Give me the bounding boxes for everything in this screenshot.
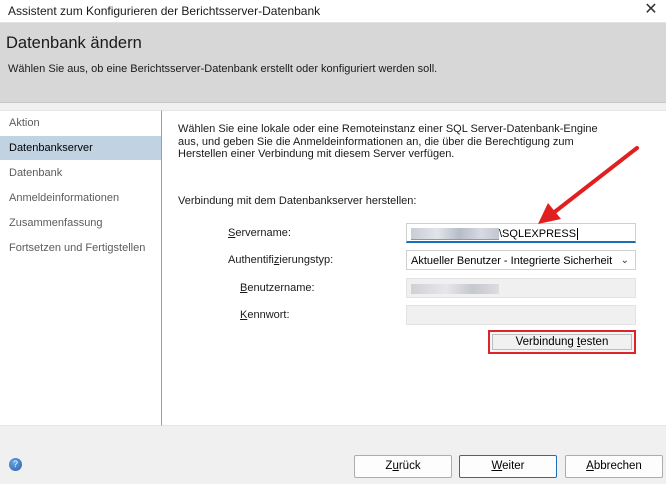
- password-input: [406, 305, 636, 325]
- sidebar-item-zusammenfassung[interactable]: Zusammenfassung: [0, 211, 161, 235]
- help-icon[interactable]: ?: [9, 458, 22, 471]
- auth-type-label: Authentifizierungstyp:: [228, 254, 334, 266]
- sidebar-item-datenbankserver[interactable]: Datenbankserver: [0, 136, 161, 160]
- page-header: Datenbank ändern Wählen Sie aus, ob eine…: [0, 23, 666, 103]
- redacted-hostname: [411, 228, 499, 241]
- window-title: Assistent zum Konfigurieren der Berichts…: [8, 4, 321, 18]
- auth-type-value: Aktueller Benutzer - Integrierte Sicherh…: [411, 255, 613, 267]
- wizard-steps-sidebar: Aktion Datenbankserver Datenbank Anmelde…: [0, 110, 162, 426]
- auth-type-select[interactable]: Aktueller Benutzer - Integrierte Sicherh…: [406, 250, 636, 270]
- window-titlebar: Assistent zum Konfigurieren der Berichts…: [0, 0, 666, 23]
- connect-label: Verbindung mit dem Datenbankserver herst…: [178, 195, 417, 207]
- chevron-down-icon: ⌄: [620, 255, 629, 266]
- server-name-input[interactable]: \SQLEXPRESS: [406, 223, 636, 243]
- redacted-username: [411, 284, 499, 295]
- back-button[interactable]: Zurück: [354, 455, 452, 478]
- sidebar-item-fortsetzen[interactable]: Fortsetzen und Fertigstellen: [0, 236, 161, 260]
- test-connection-button-highlight[interactable]: Verbindung testen: [488, 330, 636, 354]
- content-panel: Wählen Sie eine lokale oder eine Remotei…: [162, 110, 666, 426]
- cancel-button[interactable]: Abbrechen: [565, 455, 663, 478]
- password-label: Kennwort:: [240, 309, 290, 321]
- server-label: Servername:: [228, 227, 291, 239]
- intro-text: Wählen Sie eine lokale oder eine Remotei…: [178, 123, 598, 160]
- test-connection-button[interactable]: Verbindung testen: [492, 334, 632, 350]
- username-input: [406, 278, 636, 298]
- next-button[interactable]: Weiter: [459, 455, 557, 478]
- close-icon[interactable]: ✕: [636, 0, 666, 22]
- sidebar-item-anmeldeinformationen[interactable]: Anmeldeinformationen: [0, 186, 161, 210]
- username-label: Benutzername:: [240, 282, 315, 294]
- page-title: Datenbank ändern: [6, 34, 142, 52]
- page-subtitle: Wählen Sie aus, ob eine Berichtsserver-D…: [8, 63, 438, 75]
- sidebar-item-aktion[interactable]: Aktion: [0, 111, 161, 135]
- sidebar-item-datenbank[interactable]: Datenbank: [0, 161, 161, 185]
